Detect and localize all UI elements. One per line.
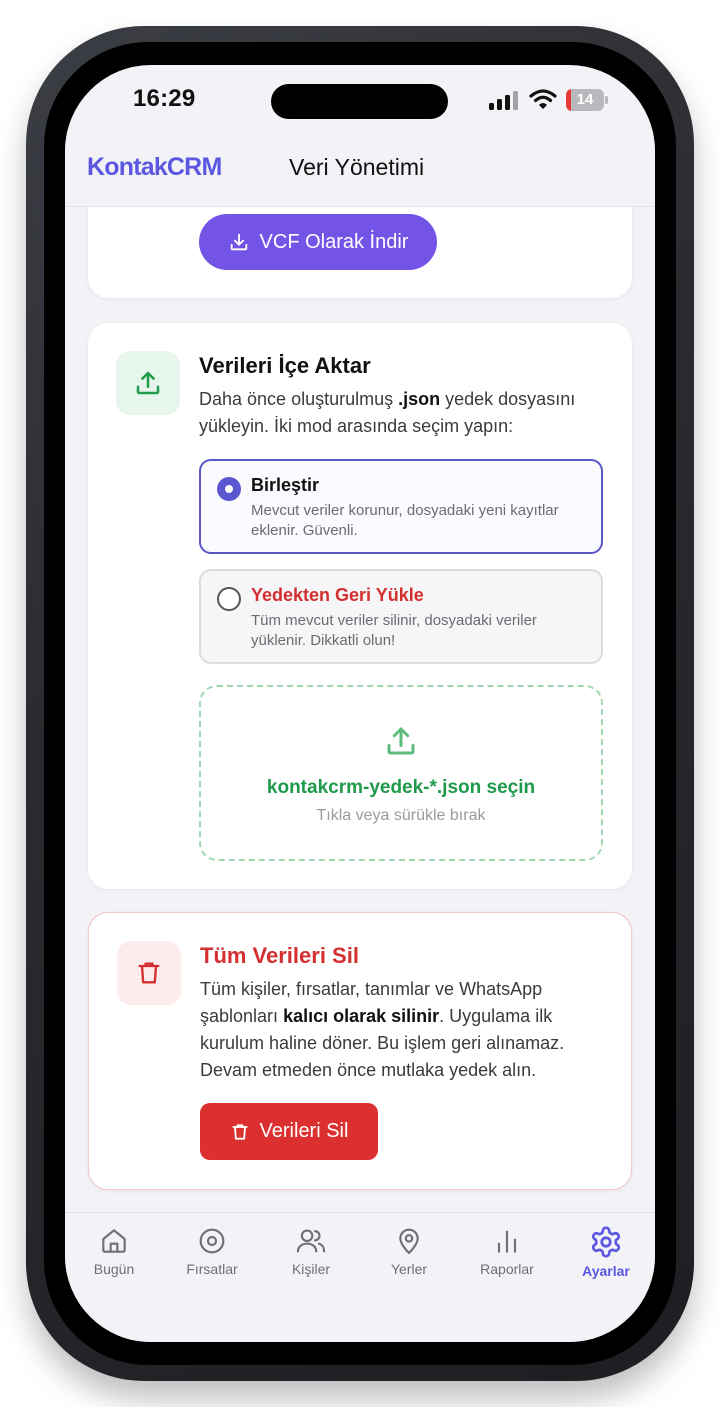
dynamic-island	[271, 84, 448, 119]
tab-kisiler[interactable]: Kişiler	[262, 1225, 360, 1277]
file-dropzone[interactable]: kontakcrm-yedek-*.json seçin Tıkla veya …	[199, 685, 603, 861]
tab-yerler[interactable]: Yerler	[360, 1225, 458, 1277]
delete-title: Tüm Verileri Sil	[200, 943, 359, 968]
home-icon	[102, 1229, 126, 1253]
restore-radio[interactable]	[217, 587, 241, 611]
import-icon-box	[116, 351, 180, 415]
merge-option-title: Birleştir	[251, 475, 320, 495]
restore-option-title: Yedekten Geri Yükle	[251, 585, 424, 605]
cellular-signal-icon	[489, 90, 519, 110]
tab-firsatlar[interactable]: Fırsatlar	[163, 1225, 261, 1277]
trash-icon	[138, 962, 160, 984]
tab-label: Fırsatlar	[186, 1261, 238, 1277]
upload-icon	[387, 727, 415, 755]
export-card: VCF Olarak İndir	[88, 207, 632, 298]
users-icon	[296, 1229, 326, 1253]
delete-data-button[interactable]: Verileri Sil	[200, 1103, 378, 1160]
brand-logo[interactable]: KontakCRM	[87, 153, 222, 182]
restore-option[interactable]: Yedekten Geri Yükle Tüm mevcut veriler s…	[199, 569, 603, 664]
delete-data-label: Verileri Sil	[259, 1120, 349, 1142]
download-vcf-label: VCF Olarak İndir	[259, 230, 409, 253]
status-bar: 16:29 14	[65, 65, 655, 131]
battery-icon: 14	[566, 89, 608, 111]
bar-chart-icon	[497, 1230, 517, 1253]
trash-icon	[231, 1123, 248, 1140]
import-card: Verileri İçe Aktar Daha önce oluşturulmu…	[88, 323, 632, 889]
tab-raporlar[interactable]: Raporlar	[458, 1225, 556, 1277]
merge-option-desc: Mevcut veriler korunur, dosyadaki yeni k…	[251, 502, 559, 539]
bottom-tab-bar: Bugün Fırsatlar Kişiler Yerler Raporlar	[65, 1212, 655, 1342]
dropzone-hint: Tıkla veya sürükle bırak	[316, 807, 486, 824]
merge-radio[interactable]	[217, 477, 241, 501]
content-scroll[interactable]: VCF Olarak İndir Verileri İçe Aktar Daha…	[65, 207, 655, 1212]
tab-label: Raporlar	[480, 1261, 534, 1277]
tab-label: Kişiler	[291, 1261, 331, 1277]
tab-label: Bugün	[93, 1261, 135, 1277]
page-title: Veri Yönetimi	[289, 154, 425, 180]
restore-option-desc: Tüm mevcut veriler silinir, dosyadaki ve…	[251, 612, 537, 649]
delete-icon-box	[117, 941, 181, 1005]
app-screen: 16:29 14 KontakCRM Veri Yönetimi VCF Ola…	[65, 65, 655, 1342]
map-pin-icon	[399, 1228, 419, 1255]
upload-icon	[136, 371, 160, 395]
tab-bugun[interactable]: Bugün	[65, 1225, 163, 1277]
tab-ayarlar[interactable]: Ayarlar	[557, 1225, 655, 1279]
app-header: KontakCRM Veri Yönetimi	[65, 131, 655, 207]
download-icon	[230, 233, 247, 251]
tab-label: Yerler	[390, 1261, 428, 1277]
tab-label: Ayarlar	[582, 1263, 630, 1279]
battery-level: 14	[576, 91, 594, 108]
status-time: 16:29	[133, 85, 196, 112]
wifi-icon	[529, 89, 557, 109]
gear-icon	[591, 1226, 621, 1258]
delete-description: Tüm kişiler, fırsatlar, tanımlar ve What…	[200, 979, 565, 1080]
target-icon	[199, 1228, 225, 1254]
dropzone-title: kontakcrm-yedek-*.json seçin	[266, 777, 536, 798]
merge-option[interactable]: Birleştir Mevcut veriler korunur, dosyad…	[199, 459, 603, 554]
delete-card: Tüm Verileri Sil Tüm kişiler, fırsatlar,…	[88, 912, 632, 1190]
import-description: Daha önce oluşturulmuş .json yedek dosya…	[199, 389, 576, 436]
import-title: Verileri İçe Aktar	[199, 353, 371, 378]
download-vcf-button[interactable]: VCF Olarak İndir	[199, 214, 437, 270]
